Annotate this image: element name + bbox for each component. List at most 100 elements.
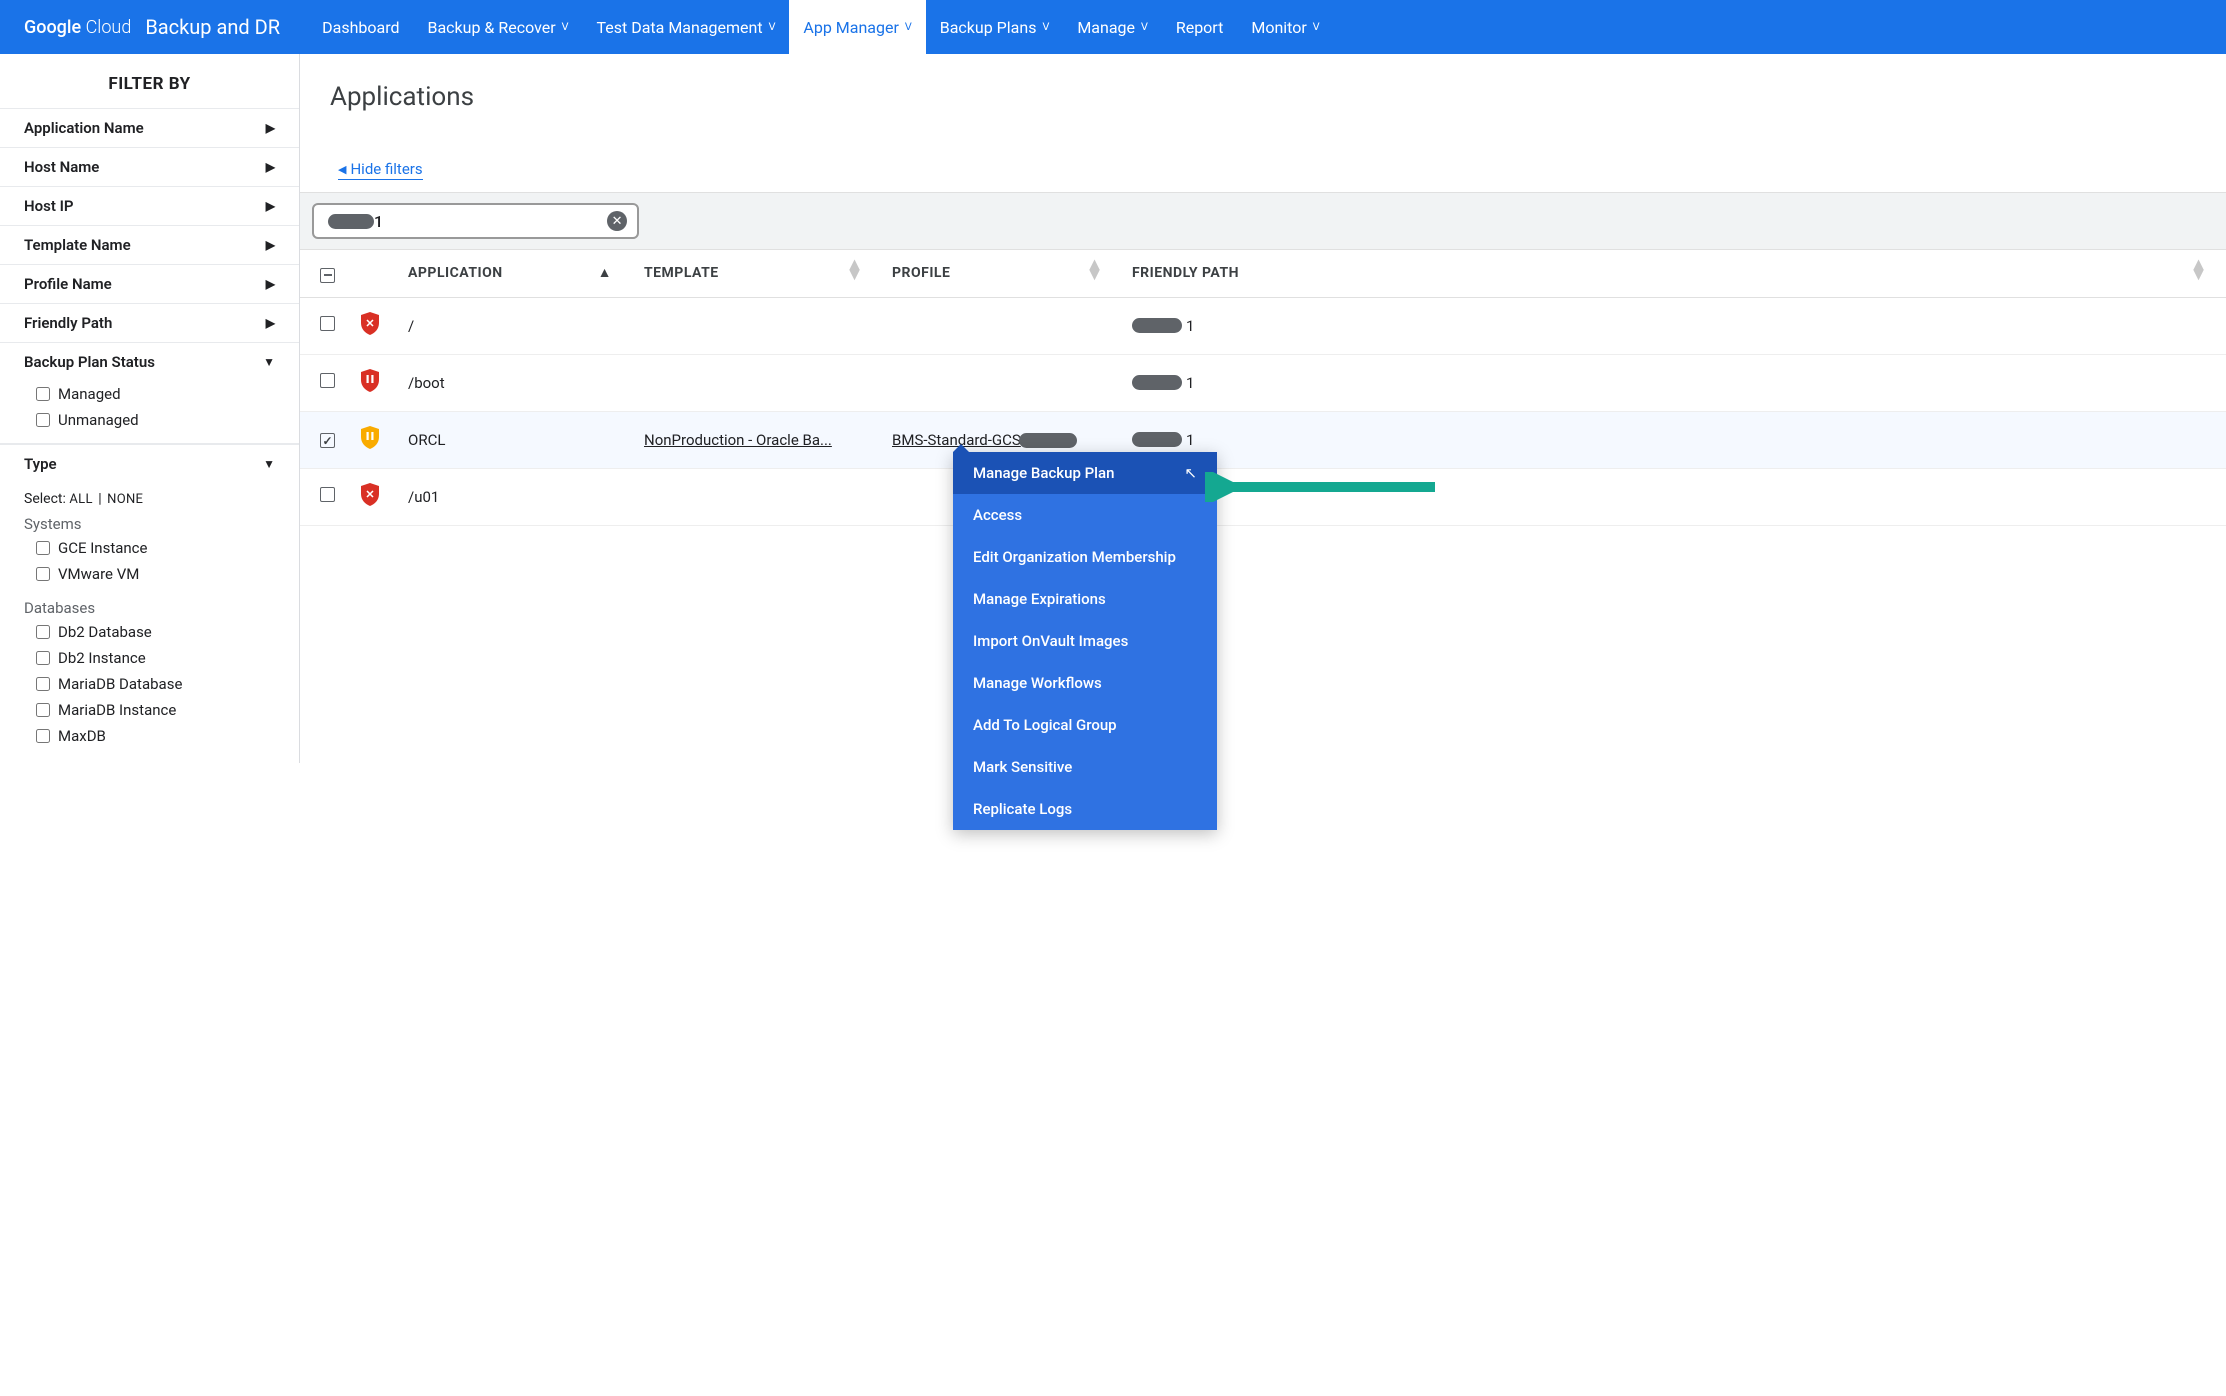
fp-redacted xyxy=(1132,375,1182,390)
caret-down-icon: ᐯ xyxy=(905,22,912,33)
search-redacted xyxy=(328,214,374,229)
row-checkbox[interactable] xyxy=(320,316,335,331)
row-checkbox[interactable] xyxy=(320,373,335,388)
filter-title: FILTER BY xyxy=(0,74,299,108)
db-mariadb-database[interactable]: MariaDB Database xyxy=(36,675,275,693)
systems-group-label: Systems xyxy=(0,509,299,537)
bps-managed-checkbox[interactable] xyxy=(36,387,50,401)
cursor-icon: ↖ xyxy=(1184,464,1197,482)
select-all-link[interactable]: ALL xyxy=(69,492,92,507)
db-maxdb-checkbox[interactable] xyxy=(36,729,50,743)
nav-monitor[interactable]: Monitor ᐯ xyxy=(1237,0,1333,54)
filter-type[interactable]: Type ▼ xyxy=(0,444,299,483)
table-row[interactable]: /boot1 xyxy=(300,354,2226,411)
annotation-arrow xyxy=(1205,472,1445,506)
hide-filters-link[interactable]: ◀ Hide filters xyxy=(338,160,423,180)
caret-right-icon: ▶ xyxy=(266,121,275,135)
context-menu: Manage Backup Plan↖AccessEdit Organizati… xyxy=(953,452,1217,830)
ctx-mark-sensitive[interactable]: Mark Sensitive xyxy=(953,746,1217,788)
nav-report[interactable]: Report xyxy=(1162,0,1238,54)
ctx-manage-expirations[interactable]: Manage Expirations xyxy=(953,578,1217,620)
db-mariadb-database-checkbox[interactable] xyxy=(36,677,50,691)
fp-suffix: 1 xyxy=(1186,317,1194,335)
ctx-access[interactable]: Access xyxy=(953,494,1217,536)
table-row[interactable]: ✕ / 1 xyxy=(300,297,2226,354)
nav-app-manager[interactable]: App Manager ᐯ xyxy=(789,0,925,54)
app-cell: ORCL xyxy=(398,411,634,468)
search-chip[interactable]: 1 ✕ xyxy=(312,203,639,239)
ctx-replicate-logs[interactable]: Replicate Logs xyxy=(953,788,1217,830)
nav-backup-recover[interactable]: Backup & Recover ᐯ xyxy=(414,0,583,54)
status-shield-icon xyxy=(360,369,380,393)
db-db-instance[interactable]: Db2 Instance xyxy=(36,649,275,667)
status-shield-icon: ✕ xyxy=(360,312,380,336)
nav-dashboard[interactable]: Dashboard xyxy=(308,0,413,54)
db-db-database-checkbox[interactable] xyxy=(36,625,50,639)
filter-profile-name[interactable]: Profile Name▶ xyxy=(0,264,299,303)
filter-friendly-path[interactable]: Friendly Path▶ xyxy=(0,303,299,342)
svg-text:✕: ✕ xyxy=(365,317,374,330)
clear-search-icon[interactable]: ✕ xyxy=(607,211,627,231)
nav-test-data-management[interactable]: Test Data Management ᐯ xyxy=(582,0,789,54)
caret-right-icon: ▶ xyxy=(266,277,275,291)
app-cell: /u01 xyxy=(398,468,634,525)
db-mariadb-instance-checkbox[interactable] xyxy=(36,703,50,717)
bps-unmanaged[interactable]: Unmanaged xyxy=(36,411,275,429)
caret-right-icon: ▶ xyxy=(266,199,275,213)
sys-gce-instance[interactable]: GCE Instance xyxy=(36,539,275,557)
db-mariadb-instance[interactable]: MariaDB Instance xyxy=(36,701,275,719)
ctx-import-onvault-images[interactable]: Import OnVault Images xyxy=(953,620,1217,662)
caret-down-icon: ᐯ xyxy=(769,22,776,33)
sys-vmware-vm-checkbox[interactable] xyxy=(36,567,50,581)
page-title: Applications xyxy=(300,82,2226,112)
select-line: Select: ALL | NONE xyxy=(0,483,299,509)
ctx-manage-backup-plan[interactable]: Manage Backup Plan↖ xyxy=(953,452,1217,494)
sys-gce-instance-checkbox[interactable] xyxy=(36,541,50,555)
db-db-instance-checkbox[interactable] xyxy=(36,651,50,665)
sys-vmware-vm[interactable]: VMware VM xyxy=(36,565,275,583)
filter-application-name[interactable]: Application Name▶ xyxy=(0,108,299,147)
google-cloud-logo: Google Cloud xyxy=(24,17,131,38)
col-friendly-path[interactable]: FRIENDLY PATH xyxy=(1132,265,1239,281)
caret-right-icon: ▶ xyxy=(266,238,275,252)
sort-icon[interactable]: ▲▼ xyxy=(846,260,864,280)
logo-brand: Google xyxy=(24,17,81,38)
filter-template-name[interactable]: Template Name▶ xyxy=(0,225,299,264)
bps-unmanaged-checkbox[interactable] xyxy=(36,413,50,427)
filter-host-ip[interactable]: Host IP▶ xyxy=(0,186,299,225)
db-db-database[interactable]: Db2 Database xyxy=(36,623,275,641)
caret-down-icon: ᐯ xyxy=(1141,22,1148,33)
sort-asc-icon[interactable]: ▲ xyxy=(598,264,612,281)
ctx-manage-workflows[interactable]: Manage Workflows xyxy=(953,662,1217,704)
col-profile[interactable]: PROFILE xyxy=(892,265,950,281)
table-row[interactable]: ORCLNonProduction - Oracle Ba...BMS-Stan… xyxy=(300,411,2226,468)
nav-items: DashboardBackup & Recover ᐯTest Data Man… xyxy=(308,0,1334,54)
app-cell: / xyxy=(398,297,634,354)
fp-suffix: 1 xyxy=(1186,431,1194,449)
nav-backup-plans[interactable]: Backup Plans ᐯ xyxy=(926,0,1064,54)
caret-right-icon: ▶ xyxy=(266,316,275,330)
caret-left-icon: ◀ xyxy=(338,163,346,176)
row-checkbox[interactable] xyxy=(320,433,335,448)
sort-icon[interactable]: ▲▼ xyxy=(1086,260,1104,280)
col-template[interactable]: TEMPLATE xyxy=(644,265,719,281)
sort-icon[interactable]: ▲▼ xyxy=(2190,260,2208,280)
hide-filters-label: Hide filters xyxy=(350,160,422,178)
filter-backup-plan-status[interactable]: Backup Plan Status▼ xyxy=(0,342,299,381)
select-none-link[interactable]: NONE xyxy=(107,492,143,507)
logo-suffix: Cloud xyxy=(86,17,132,38)
product-name: Backup and DR xyxy=(145,15,280,39)
nav-manage[interactable]: Manage ᐯ xyxy=(1063,0,1162,54)
col-application[interactable]: APPLICATION xyxy=(408,265,503,281)
template-link[interactable]: NonProduction - Oracle Ba... xyxy=(644,431,832,449)
row-checkbox[interactable] xyxy=(320,487,335,502)
caret-down-icon: ᐯ xyxy=(1042,22,1049,33)
header-checkbox[interactable] xyxy=(320,268,335,283)
bps-managed[interactable]: Managed xyxy=(36,385,275,403)
toolbar-strip: 1 ✕ xyxy=(300,192,2226,250)
ctx-add-to-logical-group[interactable]: Add To Logical Group xyxy=(953,704,1217,746)
content-area: Applications ◀ Hide filters 1 ✕ xyxy=(300,54,2226,763)
filter-host-name[interactable]: Host Name▶ xyxy=(0,147,299,186)
ctx-edit-organization-membership[interactable]: Edit Organization Membership xyxy=(953,536,1217,578)
db-maxdb[interactable]: MaxDB xyxy=(36,727,275,745)
